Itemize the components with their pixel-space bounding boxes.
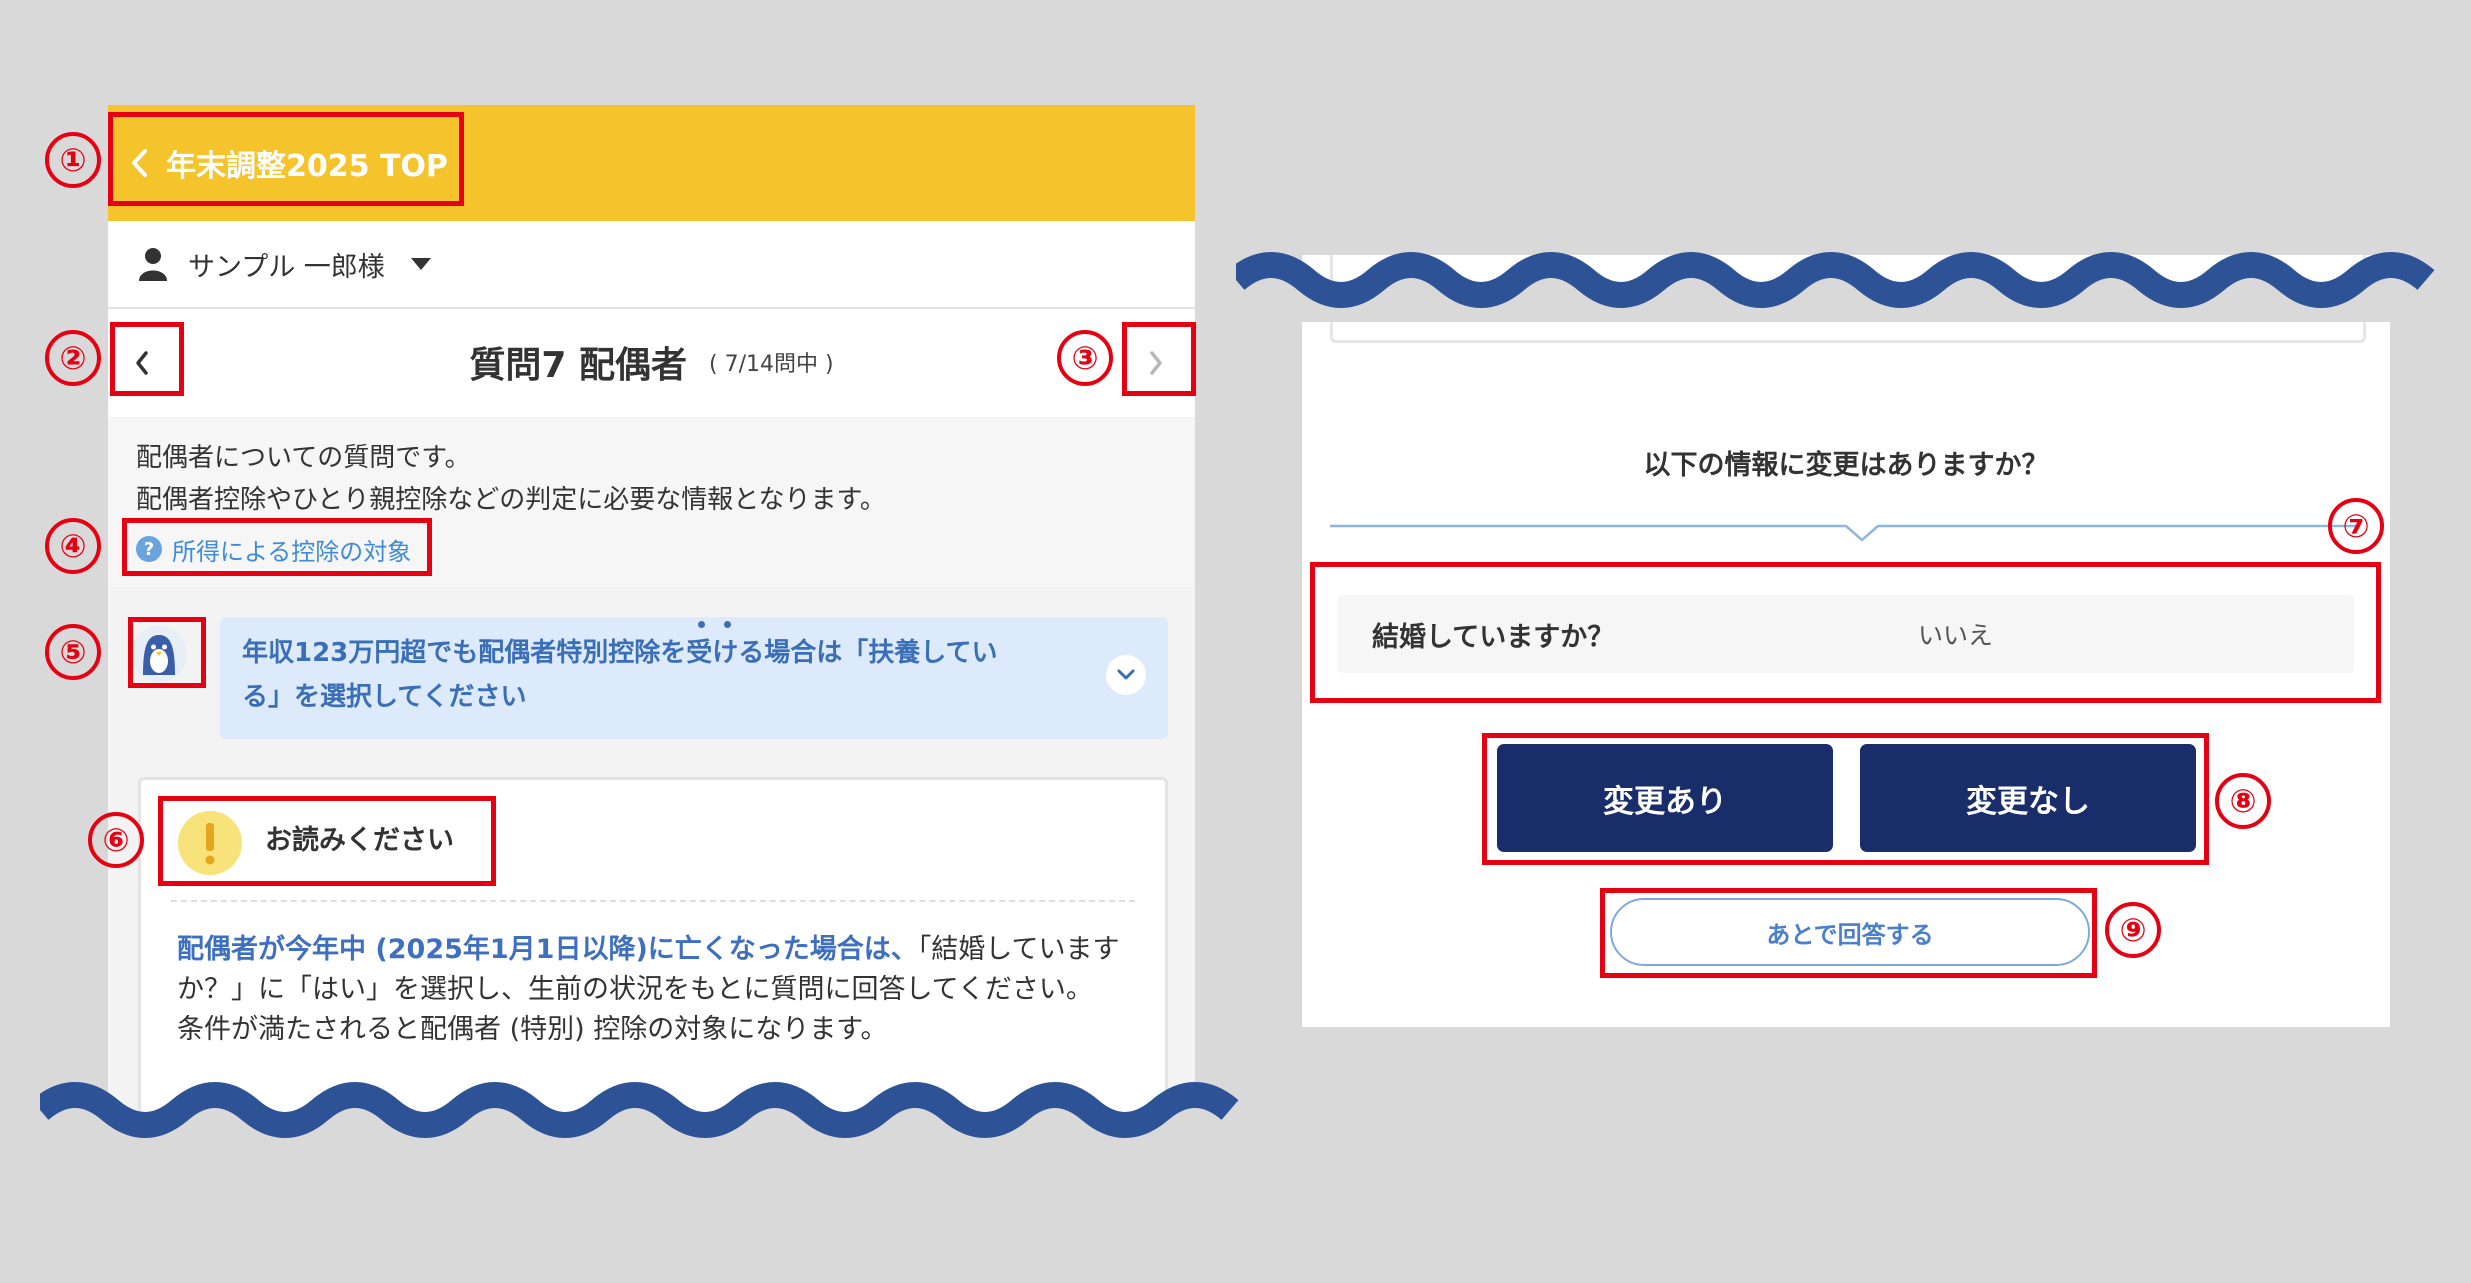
emphasis-dot <box>698 621 705 628</box>
intro-line-1: 配偶者についての質問です。 <box>136 443 471 473</box>
expand-advice-button[interactable] <box>1106 655 1146 695</box>
question-nav: 質問7 配偶者 ( 7/14問中 ) <box>108 309 1195 419</box>
annotation-6: ⑥ <box>88 812 144 868</box>
annotation-8: ⑧ <box>2215 773 2271 829</box>
chevron-down-icon <box>1117 669 1135 680</box>
user-icon <box>139 248 167 281</box>
advice-balloon[interactable]: 年収123万円超でも配偶者特別控除を受ける場合は「扶養してい る」を選択してくだ… <box>220 617 1168 739</box>
notice-divider <box>171 900 1135 902</box>
highlight-advisor-avatar <box>128 617 206 688</box>
highlight-marriage-row <box>1310 562 2381 703</box>
intro-line-2: 配偶者控除やひとり親控除などの判定に必要な情報となります。 <box>136 485 886 515</box>
notice-emphasis: 配偶者が今年中 (2025年1月1日以降)に亡くなった場合は、 <box>177 934 918 965</box>
highlight-deduction-link <box>122 518 432 576</box>
emphasis-dot <box>724 621 731 628</box>
notice-text-2: か？」に「はい」を選択し、生前の状況をもとに質問に回答してください。 <box>177 974 1093 1005</box>
highlight-next-button <box>1122 322 1196 396</box>
advice-text: 年収123万円超でも配偶者特別控除を受ける場合は「扶養してい る」を選択してくだ… <box>242 631 1082 719</box>
highlight-top-link <box>108 112 464 206</box>
annotation-3: ③ <box>1057 330 1113 386</box>
highlight-later-button <box>1600 888 2097 978</box>
question-title: 質問7 配偶者 <box>469 345 688 386</box>
user-bar: サンプル 一郎様 <box>108 221 1195 309</box>
change-question: 以下の情報に変更はありますか？ <box>1643 450 2049 481</box>
annotation-1: ① <box>45 132 101 188</box>
annotation-5: ⑤ <box>45 624 101 680</box>
highlight-notice-title <box>158 796 496 886</box>
advice-line-1: 年収123万円超でも配偶者特別控除を受ける場合は「扶養してい <box>242 638 998 668</box>
user-menu[interactable]: サンプル 一郎様 <box>138 239 431 289</box>
annotation-4: ④ <box>45 518 101 574</box>
section-divider <box>1330 524 2360 542</box>
advice-line-2: る」を選択してください <box>242 682 527 712</box>
notice-body: 配偶者が今年中 (2025年1月1日以降)に亡くなった場合は、「結婚しています … <box>177 930 1137 1050</box>
question-count: ( 7/14問中 ) <box>709 352 834 377</box>
annotation-7: ⑦ <box>2328 498 2384 554</box>
annotation-2: ② <box>45 330 101 386</box>
notice-text-3: 条件が満たされると配偶者 (特別) 控除の対象になります。 <box>177 1014 888 1045</box>
highlight-prev-button <box>110 322 184 396</box>
left-screen: 年末調整2025 TOP サンプル 一郎様 質問7 配偶者 ( 7/14問中 )… <box>108 105 1195 1135</box>
highlight-answer-buttons <box>1482 733 2209 865</box>
question-heading: 質問7 配偶者 ( 7/14問中 ) <box>108 309 1195 415</box>
caret-down-icon <box>410 258 431 270</box>
bottom-cut-wave <box>40 1082 1270 1168</box>
notice-text-1: 「結婚しています <box>917 934 1120 965</box>
annotation-9: ⑨ <box>2105 902 2161 958</box>
top-cut-wave <box>1236 252 2456 322</box>
user-name: サンプル 一郎様 <box>188 251 385 283</box>
